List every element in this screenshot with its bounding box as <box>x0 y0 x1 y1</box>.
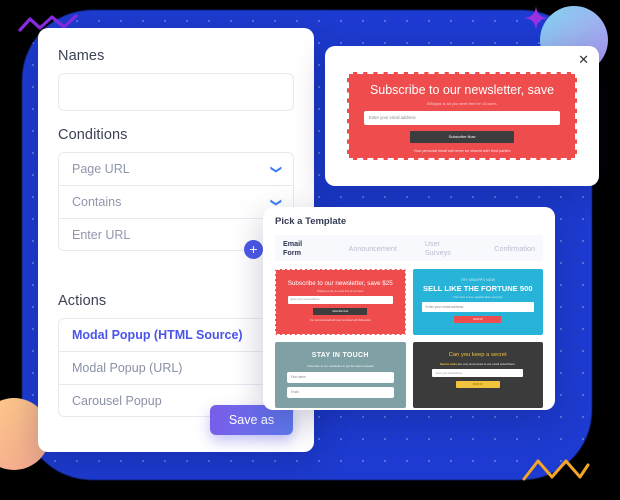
tab-user-surveys[interactable]: User Surveys <box>425 239 466 257</box>
add-condition-button[interactable]: + <box>244 240 263 259</box>
orange-zigzag-decoration <box>522 459 590 481</box>
template-card-secret-dark[interactable]: Can you keep a secret Secret sales are o… <box>412 342 544 408</box>
newsletter-subscribe-button[interactable]: Subscribe Now <box>410 131 514 143</box>
template-subscribe-button[interactable]: Subscribe Now <box>313 308 368 315</box>
template-tab-bar: Email Form Announcement User Surveys Con… <box>275 235 543 261</box>
template-subtitle: 500apps is all you need free for 14 user… <box>316 290 364 293</box>
template-email-input[interactable]: Enter your email address <box>421 302 534 312</box>
condition-row-page-url[interactable]: Page URL ❯ <box>58 152 294 185</box>
template-subtitle: From zero to one, upgrade when you grow <box>453 296 503 299</box>
names-section-label: Names <box>58 48 105 64</box>
template-title: Can you keep a secret <box>448 352 507 358</box>
names-input[interactable] <box>58 73 294 111</box>
template-picker-panel: Pick a Template Email Form Announcement … <box>263 207 555 410</box>
action-row-modal-popup-html[interactable]: Modal Popup (HTML Source) <box>58 318 294 351</box>
template-kicker: TRY 500APPS NOW <box>460 278 496 282</box>
condition-value: Enter URL <box>72 227 131 242</box>
condition-value: Page URL <box>72 162 130 176</box>
template-card-newsletter-red[interactable]: Subscribe to our newsletter, save $25 50… <box>275 269 406 335</box>
template-picker-heading: Pick a Template <box>275 216 347 227</box>
sparkle-star-icon <box>524 6 548 30</box>
condition-value: Contains <box>72 195 122 209</box>
template-signup-button[interactable]: SIGN UP <box>455 381 500 389</box>
template-first-name-input[interactable]: First name <box>286 372 394 383</box>
newsletter-title: Subscribe to our newsletter, save <box>369 83 555 97</box>
screenshot-stage: Names Conditions Page URL ❯ Contains ❯ E… <box>0 0 620 500</box>
newsletter-privacy-note: Your personal email will never be shared… <box>413 149 511 153</box>
conditions-list: Page URL ❯ Contains ❯ Enter URL <box>58 152 294 251</box>
template-grid: Subscribe to our newsletter, save $25 50… <box>275 269 543 408</box>
close-icon[interactable]: ✕ <box>578 52 589 68</box>
actions-section-label: Actions <box>58 293 107 309</box>
template-subtitle: Secret sales are only announced to our e… <box>413 362 544 366</box>
action-row-modal-popup-url[interactable]: Modal Popup (URL) <box>58 351 294 384</box>
template-email-input[interactable]: Enter your email address <box>287 296 393 304</box>
template-subtitle-strong: Secret sales <box>440 362 457 366</box>
template-email-input[interactable]: Enter your email address <box>432 369 524 378</box>
tab-confirmation[interactable]: Confirmation <box>494 244 535 253</box>
newsletter-email-input[interactable]: Enter your email address <box>364 111 560 125</box>
newsletter-banner: Subscribe to our newsletter, save 500app… <box>347 72 577 160</box>
actions-list: Modal Popup (HTML Source) Modal Popup (U… <box>58 318 294 417</box>
newsletter-subtitle: 500apps is all you need free for 14 user… <box>427 102 497 106</box>
template-subtitle: Subscribe to our newsletter to get the l… <box>306 364 374 368</box>
template-title: STAY IN TOUCH <box>311 352 369 359</box>
template-title: SELL LIKE THE FORTUNE 500 <box>422 284 533 293</box>
template-signup-button[interactable]: SIGN UP <box>454 316 502 323</box>
newsletter-preview-panel: ✕ Subscribe to our newsletter, save 500a… <box>325 46 599 186</box>
template-email-input[interactable]: Email <box>286 387 394 398</box>
template-privacy-note: Your personal email will never be shared… <box>309 319 371 322</box>
chevron-down-icon[interactable]: ❯ <box>270 197 282 206</box>
template-title: Subscribe to our newsletter, save $25 <box>287 280 393 287</box>
template-card-stay-in-touch[interactable]: STAY IN TOUCH Subscribe to our newslette… <box>275 342 406 408</box>
template-subtitle-rest: are only announced to our email subscrib… <box>456 362 516 366</box>
conditions-section-label: Conditions <box>58 127 128 143</box>
tab-announcement[interactable]: Announcement <box>349 244 397 253</box>
condition-row-contains[interactable]: Contains ❯ <box>58 185 294 218</box>
tab-email-form[interactable]: Email Form <box>283 239 321 257</box>
chevron-down-icon[interactable]: ❯ <box>270 164 282 173</box>
template-card-fortune-blue[interactable]: TRY 500APPS NOW SELL LIKE THE FORTUNE 50… <box>412 269 543 335</box>
